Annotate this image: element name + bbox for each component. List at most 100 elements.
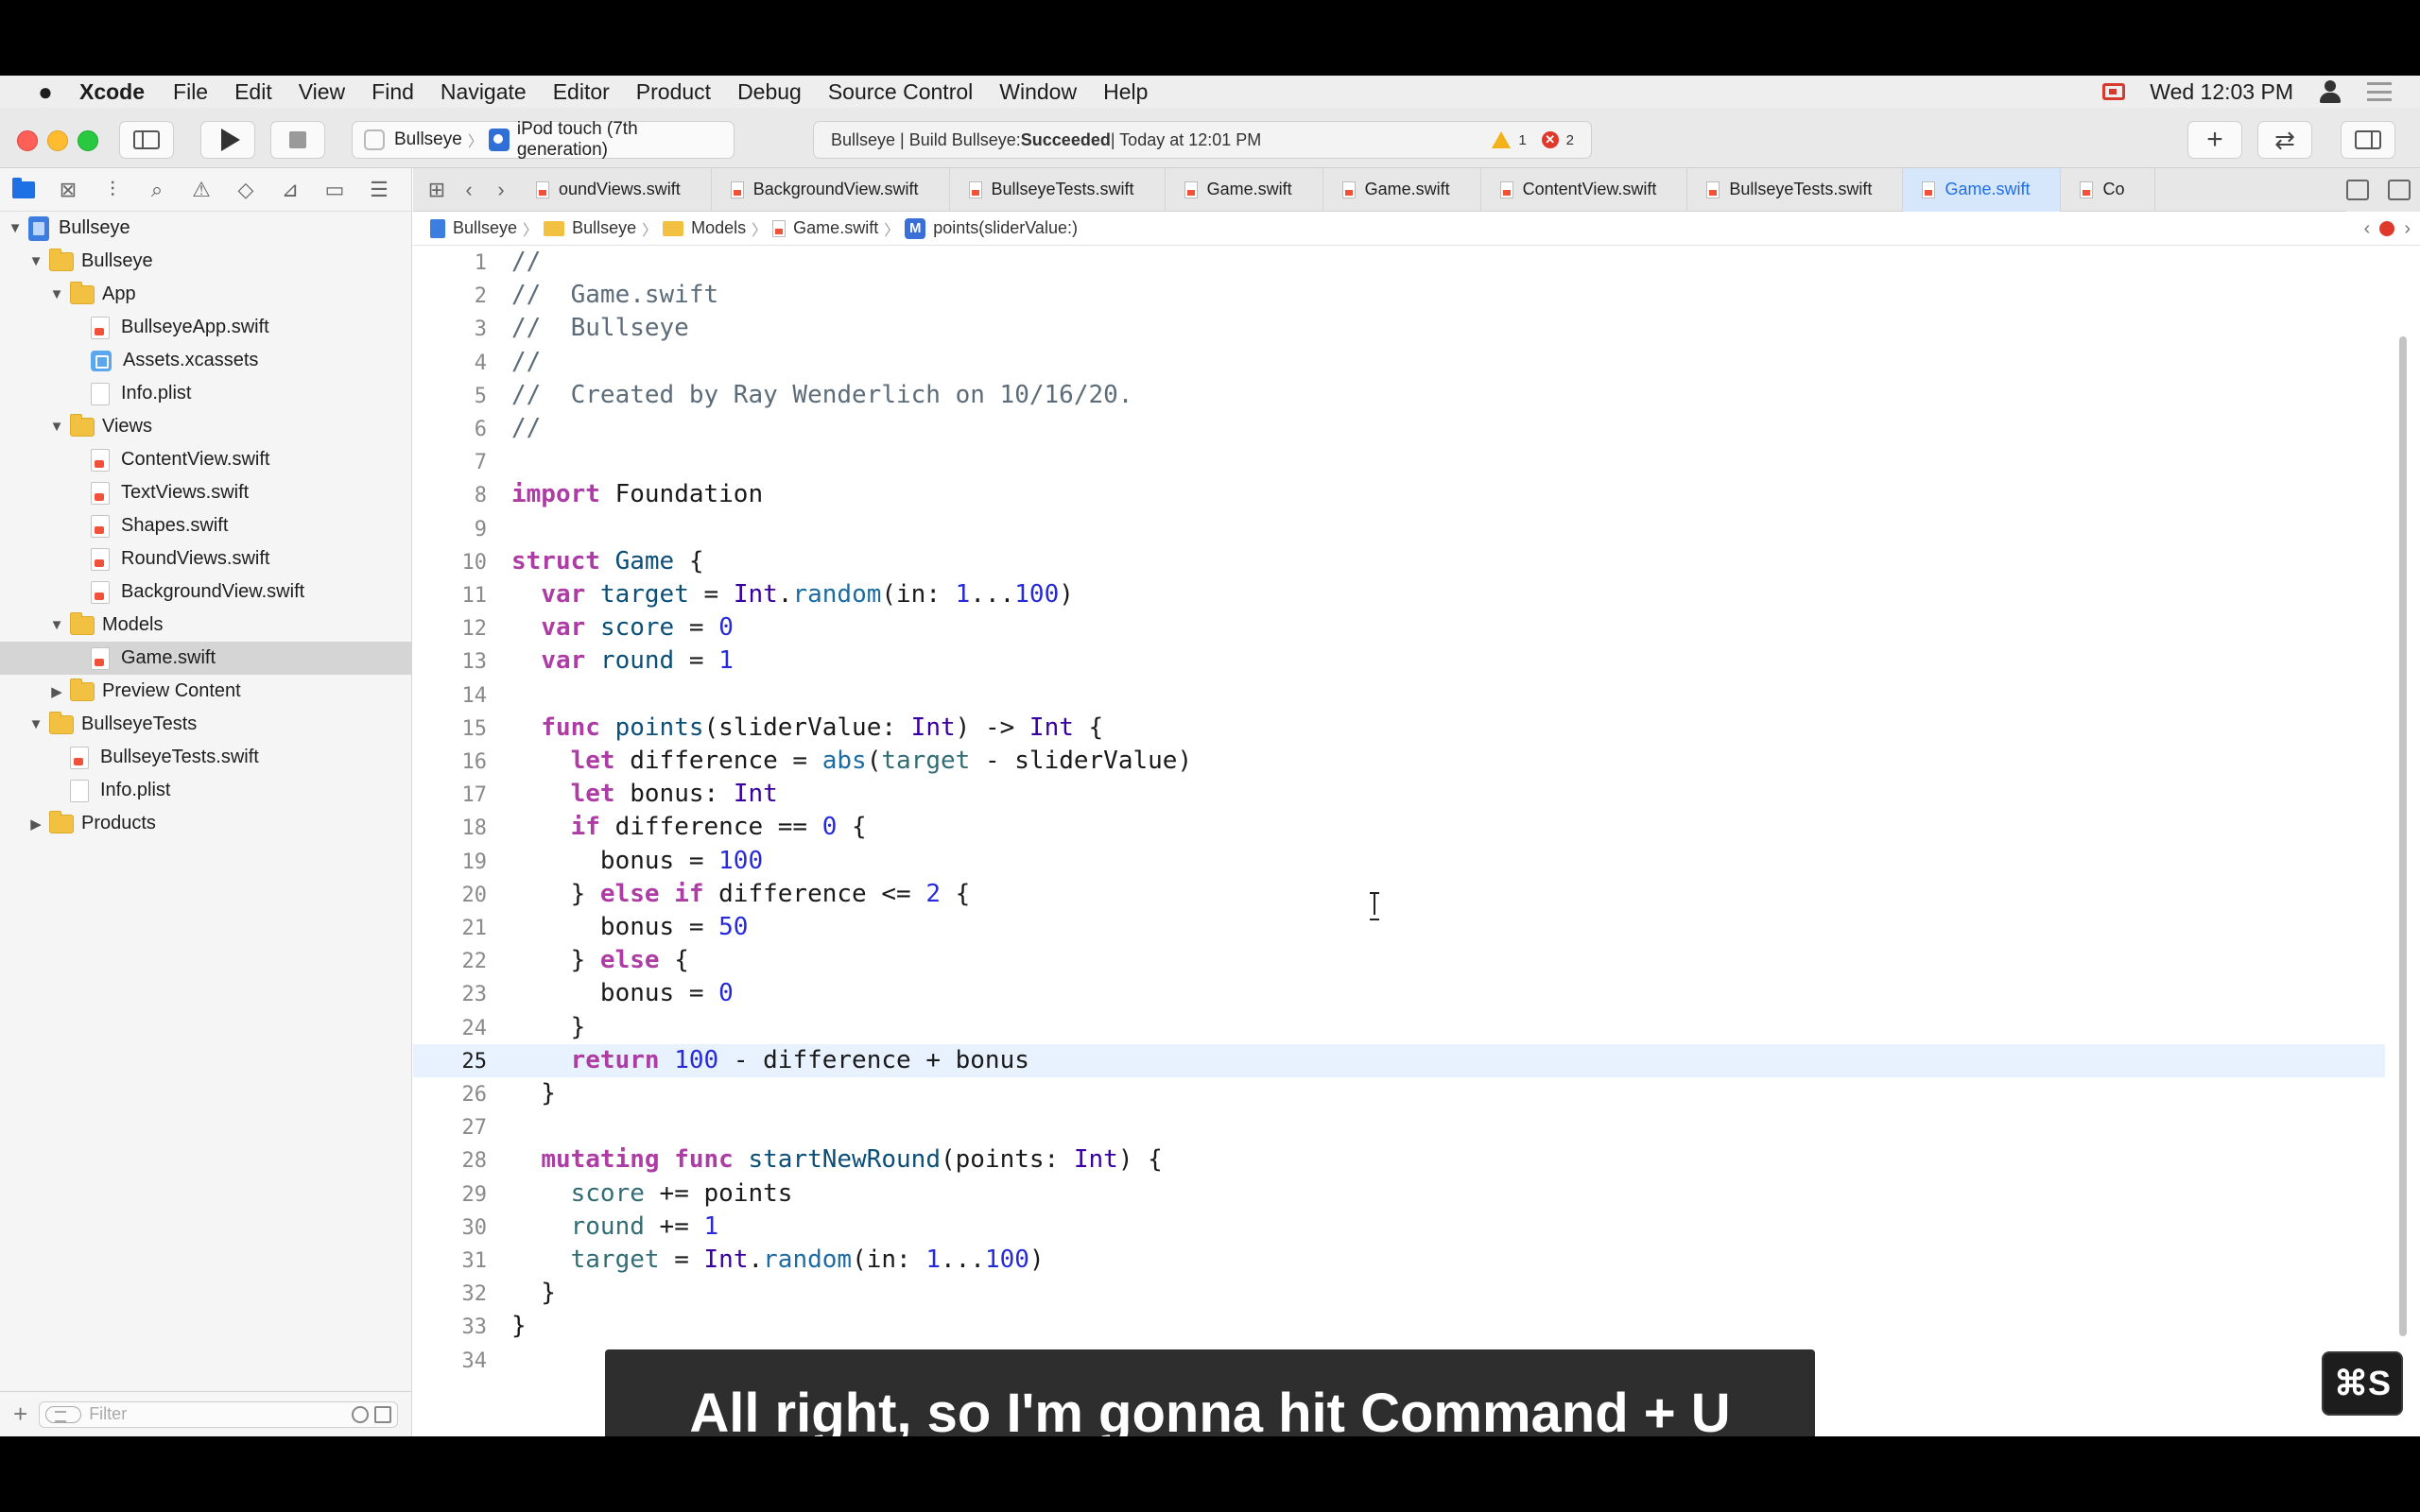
disclosure-expanded-icon[interactable]: ▼ [49,617,64,633]
code-line[interactable]: 17 let bonus: Int [413,778,2385,811]
run-button[interactable] [200,121,255,159]
menu-file[interactable]: File [173,79,208,105]
line-number[interactable]: 7 [413,446,487,479]
editor-tab[interactable]: Game.swift [1903,167,2062,212]
menu-find[interactable]: Find [372,79,414,105]
editor-tab[interactable]: BackgroundView.swift [712,167,950,212]
line-number[interactable]: 9 [413,513,487,546]
code-line[interactable]: 12 var score = 0 [413,611,2385,644]
code-line[interactable]: 33} [413,1310,2385,1343]
zoom-window-button[interactable] [78,130,98,151]
line-number[interactable]: 26 [413,1078,488,1111]
editor-tab[interactable]: BullseyeTests.swift [950,167,1166,212]
next-issue-icon[interactable]: › [2404,218,2411,240]
code-line[interactable]: 11 var target = Int.random(in: 1...100) [413,578,2385,611]
navigator-item[interactable]: TextViews.swift [0,476,411,509]
error-icon[interactable] [2379,221,2395,236]
line-number[interactable]: 4 [413,347,487,380]
line-number[interactable]: 31 [413,1245,488,1278]
disclosure-expanded-icon[interactable]: ▼ [28,253,43,269]
scheme-selector[interactable]: Bullseye 〉 iPod touch (7th generation) [352,119,735,160]
navigator-item[interactable]: Info.plist [0,774,411,807]
code-line[interactable]: 23 bonus = 0 [413,977,2385,1010]
line-number[interactable]: 10 [413,546,488,579]
navigator-item[interactable]: BullseyeTests.swift [0,741,411,774]
line-number[interactable]: 21 [413,912,488,945]
notification-center-icon[interactable] [2367,82,2392,101]
menu-source-control[interactable]: Source Control [828,79,973,105]
breakpoint-navigator-tab[interactable]: ▭ [322,178,347,202]
navigator-item[interactable]: Info.plist [0,377,411,410]
line-number[interactable]: 13 [413,645,488,679]
code-line[interactable]: 4 // [413,346,2385,379]
code-line[interactable]: 18 if difference == 0 { [413,811,2385,844]
code-line[interactable]: 20 } else if difference <= 2 { [413,878,2385,911]
line-number[interactable]: 33 [413,1311,488,1344]
line-number[interactable]: 11 [413,579,488,612]
crumb-project[interactable]: Bullseye [430,218,517,238]
code-line[interactable]: 27 [413,1110,2385,1143]
source-control-navigator-tab[interactable]: ⊠ [56,178,80,202]
report-navigator-tab[interactable]: ☰ [367,178,391,202]
code-line[interactable]: 16 let difference = abs(target - sliderV… [413,745,2385,778]
navigator-item[interactable]: RoundViews.swift [0,542,411,576]
code-line[interactable]: 21 bonus = 50 [413,911,2385,944]
code-line[interactable]: 24 } [413,1011,2385,1044]
line-number[interactable]: 29 [413,1178,488,1211]
navigator-item[interactable]: Shapes.swift [0,509,411,542]
source-editor[interactable]: 1 // 2 // Game.swift 3 // Bullseye 4 // 5 // Crea… [413,246,2420,1436]
code-line[interactable]: 13 var round = 1 [413,644,2385,678]
line-number[interactable]: 3 [413,313,487,346]
line-number[interactable]: 5 [413,380,487,413]
symbol-navigator-tab[interactable]: ⫶ [100,178,125,202]
code-line[interactable]: 22 } else { [413,944,2385,977]
disclosure-collapsed-icon[interactable]: ▶ [28,816,43,833]
line-number[interactable]: 24 [413,1012,488,1045]
code-line[interactable]: 29 score += points [413,1177,2385,1211]
line-number[interactable]: 2 [413,280,487,313]
stop-button[interactable] [270,121,325,159]
code-line[interactable]: 9 [413,512,2385,545]
editor-scrollbar[interactable] [2399,336,2407,1336]
navigator-item[interactable]: ▼ Models [0,609,411,642]
line-number[interactable]: 8 [413,479,487,512]
navigator-item[interactable]: ▶ Products [0,807,411,840]
navigator-item[interactable]: Assets.xcassets [0,344,411,377]
editor-tab[interactable]: Co [2061,167,2156,212]
crumb-group[interactable]: Bullseye [544,218,636,238]
navigator-item[interactable]: ▼ BullseyeTests [0,708,411,741]
related-items-icon[interactable]: ⊞ [421,178,453,202]
screen-recording-icon[interactable] [2102,83,2126,100]
back-arrow-icon[interactable]: ‹ [453,178,485,202]
user-icon[interactable] [2318,79,2342,104]
issue-navigator-tab[interactable]: ⚠ [189,178,214,202]
editor-tab[interactable]: oundViews.swift [517,167,712,212]
project-navigator-tab[interactable] [11,177,36,202]
add-editor-icon[interactable] [2388,180,2411,200]
apple-menu-icon[interactable]: ● [28,77,62,107]
code-line[interactable]: 1 // [413,246,2385,279]
editor-tab[interactable]: ContentView.swift [1481,167,1688,212]
code-line[interactable]: 8 import Foundation [413,478,2385,511]
disclosure-expanded-icon[interactable]: ▼ [49,286,64,302]
disclosure-expanded-icon[interactable]: ▼ [28,716,43,732]
navigator-item[interactable]: ▶ Preview Content [0,675,411,708]
code-line[interactable]: 15 func points(sliderValue: Int) -> Int … [413,712,2385,745]
debug-navigator-tab[interactable]: ⊿ [278,178,302,202]
crumb-file[interactable]: Game.swift [772,218,878,238]
menu-window[interactable]: Window [999,79,1077,105]
menu-navigate[interactable]: Navigate [441,79,527,105]
crumb-models[interactable]: Models [663,218,746,238]
menu-help[interactable]: Help [1103,79,1148,105]
navigator-item[interactable]: ▼ Bullseye [0,245,411,278]
code-line[interactable]: 14 [413,679,2385,712]
code-line[interactable]: 31 target = Int.random(in: 1...100) [413,1244,2385,1277]
code-line[interactable]: 25 return 100 - difference + bonus [413,1043,2385,1077]
line-number[interactable]: 17 [413,779,488,812]
navigator-item[interactable]: ▼ Views [0,410,411,443]
line-number[interactable]: 32 [413,1278,488,1311]
line-number[interactable]: 16 [413,746,488,779]
navigator-item[interactable]: ▼ App [0,278,411,311]
code-line[interactable]: 2 // Game.swift [413,279,2385,312]
navigator-toggle-button[interactable] [119,121,174,159]
